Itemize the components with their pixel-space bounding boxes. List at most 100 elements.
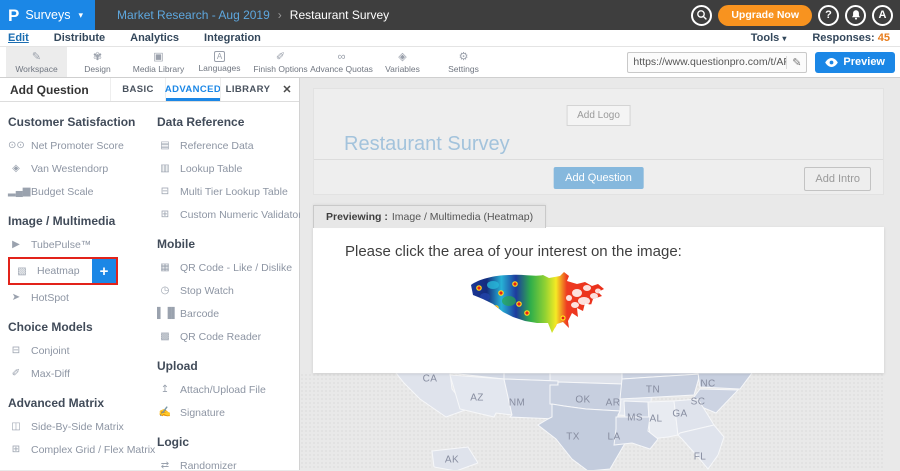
responses-label: Responses: <box>812 32 874 44</box>
edit-url-pencil-icon[interactable]: ✎ <box>786 56 801 69</box>
tab-library[interactable]: LIBRARY <box>220 78 275 101</box>
toolbar-design[interactable]: ✾ Design <box>67 47 128 77</box>
upload-icon: ↥ <box>157 384 173 395</box>
links-icon: ∞ <box>338 51 346 63</box>
tools-menu[interactable]: Tools ▾ <box>751 32 787 44</box>
toolbar-advance-quotas[interactable]: ∞ Advance Quotas <box>311 47 372 77</box>
panel-column-1: Customer Satisfaction ⊙⊙ Net Promoter Sc… <box>8 104 149 471</box>
question-type-van-westendorp[interactable]: ◈ Van Westendorp <box>8 157 149 180</box>
edit-toolbar: ✎ Workspace ✾ Design ▣ Media Library A L… <box>0 47 900 78</box>
question-type-attach-upload[interactable]: ↥ Attach/Upload File <box>157 378 298 401</box>
question-type-qr-like-dislike[interactable]: ▦ QR Code - Like / Dislike <box>157 256 298 279</box>
toolbar-settings[interactable]: ⚙ Settings <box>433 47 494 77</box>
help-button[interactable]: ? <box>818 5 839 26</box>
section-heading: Advanced Matrix <box>8 396 149 410</box>
heatmap-highlight-box: ▧ Heatmap + <box>8 257 118 285</box>
nav-tab-distribute[interactable]: Distribute <box>54 32 105 44</box>
heatmap-image[interactable] <box>465 271 647 341</box>
question-type-side-by-side-matrix[interactable]: ◫ Side-By-Side Matrix <box>8 415 149 438</box>
question-type-net-promoter-score[interactable]: ⊙⊙ Net Promoter Score <box>8 134 149 157</box>
search-button[interactable] <box>691 5 712 26</box>
section-heading: Upload <box>157 359 298 373</box>
toolbar-media-library[interactable]: ▣ Media Library <box>128 47 189 77</box>
section-heading: Choice Models <box>8 320 149 334</box>
shuffle-icon: ⇄ <box>157 460 173 471</box>
panel-column-2: Data Reference ▤ Reference Data ▥ Lookup… <box>157 104 298 471</box>
preview-button[interactable]: Preview <box>815 52 895 73</box>
section-heading: Mobile <box>157 237 298 251</box>
previewing-tab: Previewing : Image / Multimedia (Heatmap… <box>313 205 546 228</box>
app-root: P Surveys ▾ Market Research - Aug 2019 ›… <box>0 0 900 471</box>
question-type-conjoint[interactable]: ⊟ Conjoint <box>8 339 149 362</box>
question-type-signature[interactable]: ✍ Signature <box>157 401 298 424</box>
tab-advanced[interactable]: ADVANCED <box>165 78 220 101</box>
heatmap-icon: ▧ <box>14 266 30 277</box>
toolbar-finish-options[interactable]: ✐ Finish Options <box>250 47 311 77</box>
question-type-qr-code-reader[interactable]: ▩ QR Code Reader <box>157 325 298 348</box>
question-type-custom-numeric-validator[interactable]: ⊞ Custom Numeric Validator <box>157 203 298 226</box>
question-type-hotspot[interactable]: ➤ HotSpot <box>8 286 149 309</box>
add-logo-button[interactable]: Add Logo <box>566 105 631 126</box>
panel-title: Add Question <box>0 78 110 101</box>
breadcrumb-folder[interactable]: Market Research - Aug 2019 <box>117 8 270 22</box>
question-type-stop-watch[interactable]: ◷ Stop Watch <box>157 279 298 302</box>
section-heading: Image / Multimedia <box>8 214 149 228</box>
responses-counter[interactable]: Responses: 45 <box>812 32 890 44</box>
add-question-button[interactable]: Add Question <box>553 167 644 189</box>
reference-data-icon: ▤ <box>157 140 173 151</box>
survey-url-input[interactable] <box>633 56 786 68</box>
question-type-max-diff[interactable]: ✐ Max-Diff <box>8 362 149 385</box>
surveys-menu[interactable]: P Surveys ▾ <box>0 0 95 30</box>
state-label-fl: FL <box>694 452 706 463</box>
tab-basic[interactable]: BASIC <box>110 78 165 101</box>
survey-nav: Edit Distribute Analytics Integration To… <box>0 30 900 47</box>
upgrade-now-button[interactable]: Upgrade Now <box>718 5 812 26</box>
breadcrumb: Market Research - Aug 2019 › Restaurant … <box>117 8 389 22</box>
previewing-label: Previewing : <box>326 211 388 223</box>
question-type-complex-grid[interactable]: ⊞ Complex Grid / Flex Matrix <box>8 438 149 461</box>
toolbar-variables[interactable]: ◈ Variables <box>372 47 433 77</box>
section-heading: Data Reference <box>157 115 298 129</box>
palette-icon: ✾ <box>93 51 102 63</box>
question-type-tubepulse[interactable]: ▶ TubePulse™ <box>8 233 149 256</box>
question-type-budget-scale[interactable]: ▂▄▆ Budget Scale <box>8 180 149 203</box>
survey-url-box: ✎ <box>627 52 807 73</box>
toolbar-workspace[interactable]: ✎ Workspace <box>6 47 67 77</box>
survey-header-card: Add Logo Restaurant Survey Add Question … <box>313 88 884 195</box>
state-label-ak: AK <box>445 455 459 466</box>
signature-icon: ✍ <box>157 407 173 418</box>
question-text: Please click the area of your interest o… <box>345 243 682 260</box>
state-label-sc: SC <box>691 397 706 408</box>
top-actions: Upgrade Now ? A <box>691 5 900 26</box>
nav-tab-analytics[interactable]: Analytics <box>130 32 179 44</box>
surveys-label: Surveys <box>25 8 70 22</box>
question-type-multi-tier-lookup[interactable]: ⊟ Multi Tier Lookup Table <box>157 180 298 203</box>
lookup-table-icon: ▥ <box>157 163 173 174</box>
nav-tab-integration[interactable]: Integration <box>204 32 261 44</box>
bar-chart-icon: ▂▄▆ <box>8 186 24 197</box>
cursor-icon: ➤ <box>8 292 24 303</box>
tools-label: Tools <box>751 32 780 44</box>
notifications-button[interactable] <box>845 5 866 26</box>
state-label-nm: NM <box>509 398 525 409</box>
languages-icon: A <box>214 51 225 62</box>
question-type-barcode[interactable]: ▌▐▌ Barcode <box>157 302 298 325</box>
responses-count: 45 <box>878 32 890 44</box>
nav-tab-edit[interactable]: Edit <box>8 32 29 44</box>
grid-icon: ⊞ <box>8 444 24 455</box>
question-type-lookup-table[interactable]: ▥ Lookup Table <box>157 157 298 180</box>
divider <box>314 159 883 160</box>
state-label-tn: TN <box>646 385 660 396</box>
avatar[interactable]: A <box>872 5 893 26</box>
matrix-icon: ◫ <box>8 421 24 432</box>
question-type-reference-data[interactable]: ▤ Reference Data <box>157 134 298 157</box>
survey-title[interactable]: Restaurant Survey <box>344 133 510 156</box>
add-heatmap-button[interactable]: + <box>92 259 116 283</box>
question-type-randomizer[interactable]: ⇄ Randomizer <box>157 454 298 471</box>
add-intro-button[interactable]: Add Intro <box>804 167 871 191</box>
multi-tier-icon: ⊟ <box>157 186 173 197</box>
question-type-heatmap[interactable]: ▧ Heatmap <box>14 259 92 283</box>
close-icon[interactable]: ✕ <box>275 78 299 101</box>
state-label-tx: TX <box>566 432 580 443</box>
toolbar-languages[interactable]: A Languages <box>189 47 250 77</box>
